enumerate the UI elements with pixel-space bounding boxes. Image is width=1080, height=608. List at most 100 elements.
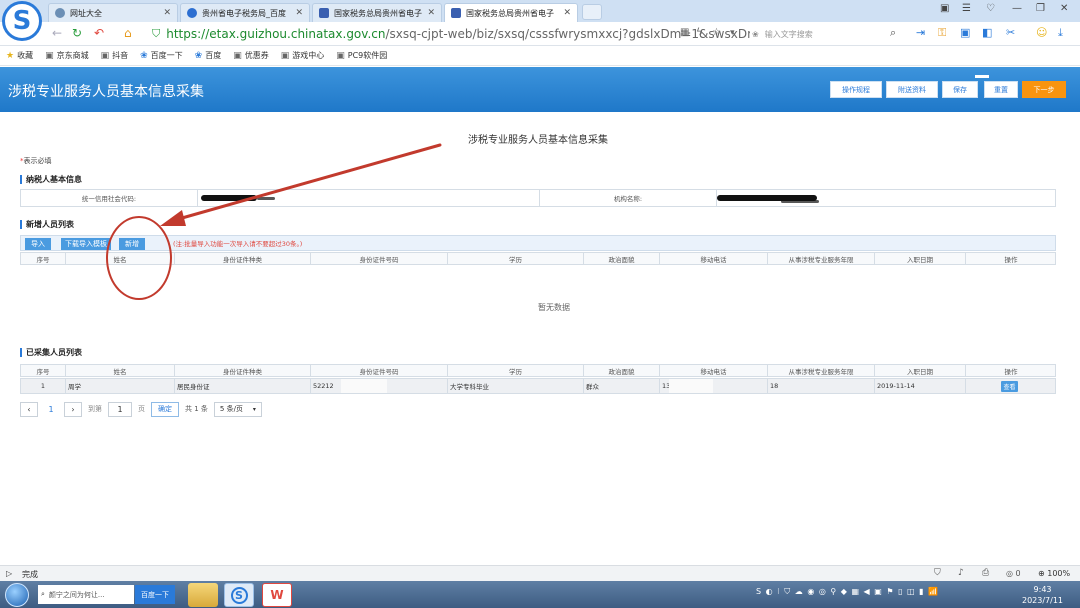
add-staff-button[interactable]: 新增 xyxy=(119,238,145,250)
row-id-number: 52212 xyxy=(313,382,334,390)
import-button[interactable]: 导入 xyxy=(25,238,51,250)
header-title: 涉税专业服务人员基本信息采集 xyxy=(8,84,204,100)
home-icon[interactable]: ⌂ xyxy=(124,26,132,40)
sound-icon[interactable]: ♪ xyxy=(958,568,964,578)
close-window-icon[interactable]: ✕ xyxy=(1060,3,1068,14)
page-size-select[interactable]: 5 条/页 ▾ xyxy=(213,401,262,417)
tab-list-icon[interactable]: ▣ xyxy=(940,3,949,14)
required-note-text: 表示必填 xyxy=(23,157,52,165)
skin-icon[interactable]: ♡ xyxy=(986,3,995,14)
zoom-level[interactable]: ⊕ 100% xyxy=(1038,569,1070,578)
dropdown-icon[interactable]: ▾ xyxy=(730,26,735,40)
search-placeholder: 输入文字搜索 xyxy=(764,29,813,39)
divider xyxy=(965,379,966,393)
browser-search-input[interactable]: ❀ 输入文字搜索 xyxy=(752,25,902,43)
pagination: ‹ 1 › 到第 1 页 确定 共 1 条 5 条/页 ▾ xyxy=(20,401,262,417)
undo-icon[interactable]: ↶ xyxy=(94,26,104,40)
next-step-button[interactable]: 下一步 xyxy=(1022,81,1066,98)
column-header: 身份证件号码 xyxy=(359,367,399,376)
window-icon[interactable]: ◧ xyxy=(982,26,992,39)
taskbar-search-input[interactable]: ⌕ 颜宁之间为何让... xyxy=(38,585,134,604)
taskbar-search-button[interactable]: 百度一下 xyxy=(135,585,175,604)
address-bar[interactable]: ⛉ https://etax.guizhou.chinatax.gov.cn/s… xyxy=(152,25,750,43)
shield-check-icon[interactable]: ⛉ xyxy=(934,568,941,578)
tab-label: 国家税务总局贵州省电子 xyxy=(466,8,554,18)
download-icon[interactable]: ⤓ xyxy=(1058,26,1063,40)
browser-status-bar: ▷ 完成 ⛉ ♪ ⎙ ◎ 0 ⊕ 100% xyxy=(0,565,1080,581)
bookmark-douyin[interactable]: ▣ 抖音 xyxy=(101,50,129,61)
collected-staff-section-title: 已采集人员列表 xyxy=(20,348,82,357)
system-tray-icons[interactable]: S ◐ ⁝ ⛉ ☁ ◉ ◎ ⚲ ◆ ▦ ◀ ▣ ⚑ ▯ ◫ ▮ 📶 xyxy=(756,587,939,597)
print-icon[interactable]: ⎙ xyxy=(982,568,989,578)
bookmark-favorites[interactable]: ★ 收藏 xyxy=(6,50,33,61)
screenshot-icon[interactable]: ▣ xyxy=(960,26,970,39)
save-button[interactable]: 保存 xyxy=(942,81,978,98)
prev-page-button[interactable]: ‹ xyxy=(20,401,38,417)
wps-taskbar-icon[interactable]: W xyxy=(262,583,292,607)
confirm-page-button[interactable]: 确定 xyxy=(151,401,179,417)
bookmark-pc9[interactable]: ▣ PC9软件园 xyxy=(336,50,387,61)
bookmark-baidu[interactable]: ❀ 百度 xyxy=(195,50,222,61)
browser-tab-1[interactable]: 网址大全 ✕ xyxy=(48,3,178,22)
star-icon: ★ xyxy=(6,50,15,61)
required-note: *表示必填 xyxy=(20,156,52,166)
status-text: 完成 xyxy=(22,570,38,579)
browser-tab-2[interactable]: 贵州省电子税务局_百度 ✕ xyxy=(180,3,310,22)
back-icon[interactable]: ← xyxy=(52,26,62,40)
tab-close-icon[interactable]: ✕ xyxy=(563,8,571,18)
qr-icon[interactable]: ▦ xyxy=(680,26,689,40)
taskbar-clock[interactable]: 9:43 2023/7/11 xyxy=(1022,584,1063,606)
sidebar-toggle-icon[interactable]: ▷ xyxy=(6,569,12,578)
procedure-button[interactable]: 操作规程 xyxy=(830,81,882,98)
favorite-star-icon[interactable]: ☆ xyxy=(712,26,721,40)
page-number-input[interactable]: 1 xyxy=(108,401,132,417)
tab-close-icon[interactable]: ✕ xyxy=(163,8,171,18)
masked-id-number xyxy=(341,379,387,393)
key-icon[interactable]: ⚿ xyxy=(938,26,946,40)
bookmark-jd[interactable]: ▣ 京东商城 xyxy=(45,50,89,61)
scissors-icon[interactable]: ✂ xyxy=(1006,26,1015,39)
refresh-icon[interactable]: ↻ xyxy=(72,26,82,40)
network-counter: ◎ 0 xyxy=(1006,569,1021,578)
login-icon[interactable]: ⇥ xyxy=(916,26,925,39)
next-page-button[interactable]: › xyxy=(64,401,82,417)
browser-tab-4-active[interactable]: 国家税务总局贵州省电子 ✕ xyxy=(444,3,578,22)
menu-icon[interactable]: ☰ xyxy=(962,3,971,14)
current-page[interactable]: 1 xyxy=(42,401,60,417)
bookmark-label: 游戏中心 xyxy=(292,51,325,60)
row-service-years: 18 xyxy=(770,382,779,390)
attachments-button[interactable]: 附送资料 xyxy=(886,81,938,98)
maximize-icon[interactable]: ❐ xyxy=(1036,3,1045,14)
bookmark-label: 优惠券 xyxy=(244,51,269,60)
sogou-browser-taskbar-icon[interactable]: S xyxy=(224,583,254,607)
bookmark-label: PC9软件园 xyxy=(347,51,388,60)
start-button[interactable] xyxy=(5,583,29,607)
browser-navigation-bar: ← ↻ ↶ ⌂ ⛉ https://etax.guizhou.chinatax.… xyxy=(0,22,1080,46)
reset-button[interactable]: 重置 xyxy=(984,81,1018,98)
row-id-type: 居民身份证 xyxy=(177,383,210,391)
column-header: 学历 xyxy=(509,367,522,376)
new-tab-button[interactable] xyxy=(582,4,602,20)
bookmark-baidu-search[interactable]: ❀ 百度一下 xyxy=(140,50,183,61)
page-header: 涉税专业服务人员基本信息采集 操作规程 附送资料 保存 重置 下一步 xyxy=(0,67,1080,112)
column-header: 身份证件种类 xyxy=(223,367,262,376)
browser-tab-3[interactable]: 国家税务总局贵州省电子 ✕ xyxy=(312,3,442,22)
file-explorer-icon[interactable] xyxy=(188,583,218,607)
download-template-button[interactable]: 下载导入模板 xyxy=(61,238,111,250)
column-header: 姓名 xyxy=(113,367,127,376)
bookmark-label: 百度 xyxy=(205,51,222,60)
bookmark-coupons[interactable]: ▣ 优惠券 xyxy=(233,50,269,61)
column-header: 入职日期 xyxy=(907,255,933,264)
goto-label: 到第 xyxy=(88,405,102,413)
column-header: 入职日期 xyxy=(907,367,933,376)
tab-close-icon[interactable]: ✕ xyxy=(295,8,303,18)
lightning-icon[interactable]: ϟ xyxy=(696,26,703,40)
bookmark-games[interactable]: ▣ 游戏中心 xyxy=(281,50,325,61)
column-header: 操作 xyxy=(1004,367,1018,376)
minimize-icon[interactable]: — xyxy=(1012,3,1022,14)
view-button[interactable]: 查看 xyxy=(1001,381,1018,392)
tab-close-icon[interactable]: ✕ xyxy=(427,8,435,18)
search-icon[interactable]: ⌕ xyxy=(890,26,896,40)
taxpayer-info-section-title: 纳税人基本信息 xyxy=(20,175,82,184)
emoji-icon[interactable]: ☺ xyxy=(1036,26,1047,39)
